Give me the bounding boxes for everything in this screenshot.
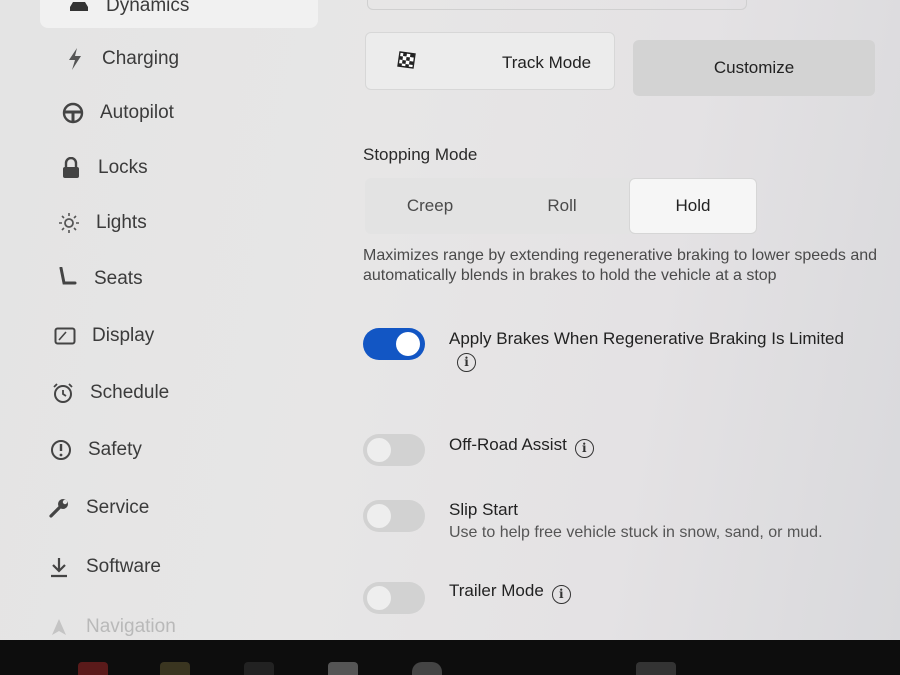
sidebar-item-label: Service (86, 497, 150, 518)
dock-app-icon[interactable] (78, 662, 108, 675)
checkered-flag-icon (396, 50, 418, 77)
sidebar-item-label: Dynamics (106, 0, 190, 16)
slip-start-label: Slip Start (449, 500, 518, 519)
alert-circle-icon (48, 437, 74, 463)
sidebar-item-service[interactable]: Service (46, 490, 149, 526)
sidebar-item-label: Lights (96, 212, 147, 233)
sidebar-item-navigation[interactable]: Navigation (46, 609, 176, 640)
car-icon (66, 0, 92, 19)
info-icon[interactable]: i (574, 438, 594, 458)
toggle-knob (367, 504, 391, 528)
sidebar-item-dynamics[interactable]: Dynamics (66, 0, 189, 24)
sidebar-item-label: Charging (102, 48, 180, 69)
track-mode-label: Track Mode (502, 53, 592, 72)
sidebar-item-schedule[interactable]: Schedule (50, 375, 169, 411)
dynamics-panel: Track Mode Customize Stopping Mode Creep… (345, 0, 900, 640)
trailer-mode-label: Trailer Mode (449, 581, 544, 600)
trailer-mode-toggle[interactable] (363, 582, 425, 614)
sidebar-item-label: Schedule (90, 382, 170, 403)
stopping-option-hold[interactable]: Hold (629, 178, 757, 234)
dock-app-icon[interactable] (328, 662, 358, 675)
bolt-icon (62, 46, 88, 72)
info-icon[interactable]: i (457, 352, 476, 372)
sidebar-item-locks[interactable]: Locks (58, 150, 148, 186)
settings-sidebar: Dynamics Charging Autopilot Locks Lights (0, 0, 330, 640)
display-icon (52, 323, 78, 349)
dock-app-icon[interactable] (244, 662, 274, 675)
slip-start-description: Use to help free vehicle stuck in snow, … (449, 524, 823, 541)
dock-app-icon[interactable] (412, 662, 442, 675)
slip-start-toggle[interactable] (363, 500, 425, 532)
seat-icon (54, 266, 80, 292)
toggle-knob (396, 332, 420, 356)
off-road-assist-label: Off-Road Assist (449, 435, 567, 454)
wrench-icon (46, 495, 72, 521)
steering-wheel-icon (60, 100, 86, 126)
info-icon[interactable]: i (551, 584, 571, 604)
dock-app-icon[interactable] (160, 662, 190, 675)
stopping-mode-title: Stopping Mode (363, 145, 478, 164)
stopping-option-roll[interactable]: Roll (495, 178, 629, 234)
toggle-knob (367, 438, 391, 462)
apply-brakes-row: Apply Brakes When Regenerative Braking I… (449, 329, 849, 372)
stopping-option-creep[interactable]: Creep (365, 178, 495, 234)
download-icon (46, 554, 72, 580)
sidebar-item-label: Safety (88, 439, 142, 460)
apply-brakes-label: Apply Brakes When Regenerative Braking I… (449, 329, 844, 348)
sidebar-item-seats[interactable]: Seats (54, 261, 143, 297)
sidebar-item-autopilot[interactable]: Autopilot (60, 95, 174, 131)
sidebar-item-display[interactable]: Display (52, 318, 154, 354)
trailer-mode-row: Trailer Mode i (449, 581, 571, 604)
alarm-clock-icon (50, 380, 76, 406)
stopping-mode-selector: Creep Roll Hold (365, 178, 757, 234)
sidebar-item-label: Autopilot (100, 102, 174, 123)
sidebar-item-label: Display (92, 325, 155, 346)
navigation-arrow-icon (46, 614, 72, 640)
settings-screen: Dynamics Charging Autopilot Locks Lights (0, 0, 900, 640)
volume-icon[interactable] (636, 662, 676, 675)
bottom-dock (0, 640, 900, 675)
off-road-assist-row: Off-Road Assist i (449, 435, 594, 458)
sidebar-item-label: Software (86, 556, 161, 577)
sidebar-item-lights[interactable]: Lights (56, 205, 147, 241)
customize-button[interactable]: Customize (633, 40, 875, 96)
sidebar-item-label: Navigation (86, 616, 176, 637)
sidebar-item-charging[interactable]: Charging (62, 41, 179, 77)
apply-brakes-toggle[interactable] (363, 328, 425, 360)
toggle-knob (367, 586, 391, 610)
sun-icon (56, 210, 82, 236)
sidebar-item-label: Locks (98, 157, 148, 178)
track-mode-button[interactable]: Track Mode (365, 32, 615, 90)
sidebar-item-software[interactable]: Software (46, 549, 161, 585)
sidebar-item-safety[interactable]: Safety (48, 432, 142, 468)
off-road-assist-toggle[interactable] (363, 434, 425, 466)
sidebar-item-label: Seats (94, 268, 143, 289)
lock-icon (58, 155, 84, 181)
partial-control-above (367, 0, 747, 10)
stopping-mode-description: Maximizes range by extending regenerativ… (363, 247, 878, 284)
